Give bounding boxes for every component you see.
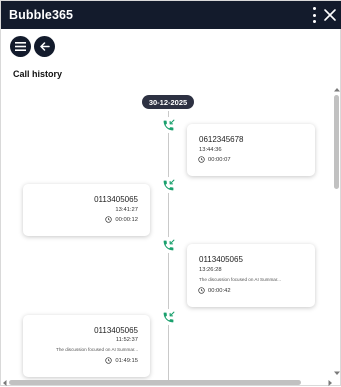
app-window: Bubble365 Call history 30-12-2025 061234… [0,0,341,386]
hamburger-icon [15,42,26,51]
scroll-down-arrow-icon[interactable] [334,371,340,376]
call-number: 0612345678 [199,135,244,144]
call-card[interactable]: 0113405065 13:26:28 The discussion focus… [187,244,315,307]
scroll-up-arrow-icon[interactable] [334,87,340,92]
call-duration: 01:49:15 [105,357,138,364]
call-duration: 00:00:42 [198,287,231,294]
call-summary: The discussion focused on AI Summar... [56,347,138,352]
clock-icon [105,216,113,223]
call-summary: The discussion focused on AI Summar... [199,277,281,282]
vertical-scrollbar[interactable] [334,87,340,377]
call-card[interactable]: 0113405065 11:52:37 The discussion focus… [23,315,150,377]
incoming-call-icon [160,237,176,253]
call-number: 0113405065 [199,255,243,264]
horizontal-scrollbar-thumb[interactable] [9,380,301,385]
title-bar: Bubble365 [1,1,341,29]
call-history-timeline[interactable]: 30-12-2025 0612345678 13:44:36 00:00:07 … [1,87,341,387]
clock-icon [105,357,113,364]
call-duration: 00:00:07 [198,156,231,163]
call-duration-value: 00:00:07 [208,156,231,163]
incoming-call-icon [160,177,176,193]
scroll-left-arrow-icon[interactable] [2,380,7,386]
call-duration: 00:00:12 [105,216,138,223]
call-time: 13:44:36 [199,147,222,153]
horizontal-scrollbar[interactable] [1,379,334,386]
app-title: Bubble365 [9,8,74,22]
call-time: 13:26:28 [199,267,222,273]
incoming-call-icon [160,117,176,133]
clock-icon [198,287,205,294]
call-duration-value: 00:00:12 [115,216,138,223]
more-options-icon[interactable] [309,7,319,23]
call-number: 0113405065 [94,195,138,204]
call-card[interactable]: 0612345678 13:44:36 00:00:07 [187,124,315,176]
call-time: 11:52:37 [115,337,138,343]
scroll-right-arrow-icon[interactable] [328,380,333,386]
call-duration-value: 00:00:42 [208,287,231,294]
date-pill: 30-12-2025 [142,95,194,109]
page-title: Call history [13,69,63,79]
arrow-left-icon [39,42,50,51]
call-duration-value: 01:49:15 [115,357,138,364]
clock-icon [198,156,205,163]
call-time: 13:41:27 [115,207,138,213]
menu-button[interactable] [10,36,31,57]
close-icon[interactable] [323,8,337,22]
back-button[interactable] [34,36,55,57]
call-card[interactable]: 0113405065 13:41:27 00:00:12 [23,184,150,236]
incoming-call-icon [160,309,176,325]
call-number: 0113405065 [94,326,138,335]
vertical-scrollbar-thumb[interactable] [334,95,339,189]
